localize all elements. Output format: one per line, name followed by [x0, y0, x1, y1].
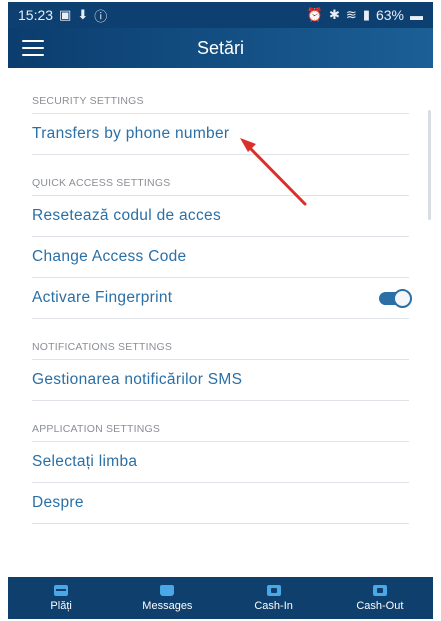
page-title: Setări — [196, 38, 245, 58]
download-icon: ⬇ — [77, 7, 89, 22]
setting-label: Activare Fingerprint — [32, 289, 173, 306]
nav-label: Cash-In — [254, 599, 293, 612]
nav-item-messages[interactable]: Messages — [117, 584, 217, 612]
signal-icon: ▮ — [362, 7, 370, 22]
bluetooth-icon: ✱ — [329, 7, 340, 22]
gallery-icon: ▣ — [59, 7, 72, 22]
setting-label: Transfers by phone number — [32, 125, 230, 142]
alert-icon: ⓘ — [94, 8, 108, 24]
setting-fingerprint[interactable]: Activare Fingerprint — [32, 278, 412, 319]
section-header-security: SECURITY SETTINGS — [32, 95, 409, 114]
envelope-icon — [160, 584, 175, 596]
phone-screen: 15:23 ▣ ⬇ ⓘ ⏰ ✱ ≋ ▮ 63% ▬ Setări SECURIT… — [8, 2, 433, 619]
setting-change-access-code[interactable]: Change Access Code — [32, 237, 409, 278]
setting-reset-access-code[interactable]: Resetează codul de acces — [32, 196, 409, 237]
fingerprint-toggle[interactable] — [379, 288, 412, 308]
cash-in-icon — [266, 584, 281, 596]
setting-label: Gestionarea notificărilor SMS — [32, 371, 243, 388]
scrollbar[interactable] — [428, 110, 431, 220]
setting-transfers-by-phone[interactable]: Transfers by phone number — [32, 114, 409, 155]
alarm-icon: ⏰ — [306, 7, 323, 22]
setting-label: Resetează codul de acces — [32, 207, 222, 224]
setting-about[interactable]: Despre — [32, 483, 409, 524]
setting-sms-notifications[interactable]: Gestionarea notificărilor SMS — [32, 360, 409, 401]
wifi-icon: ≋ — [345, 7, 357, 22]
section-header-application: APPLICATION SETTINGS — [32, 423, 409, 442]
section-header-quick-access: QUICK ACCESS SETTINGS — [32, 177, 409, 196]
setting-select-language[interactable]: Selectați limba — [32, 442, 409, 483]
status-right: ⏰ ✱ ≋ ▮ 63% ▬ — [307, 7, 423, 23]
setting-label: Change Access Code — [32, 248, 187, 265]
nav-item-cash-in[interactable]: Cash-In — [224, 584, 324, 612]
nav-label: Plăți — [50, 599, 72, 612]
nav-item-cash-out[interactable]: Cash-Out — [330, 584, 430, 612]
battery-icon: ▬ — [410, 7, 423, 23]
toggle-knob — [393, 288, 412, 308]
battery-percent: 63% — [375, 7, 404, 23]
cash-out-icon — [372, 584, 387, 596]
setting-label: Selectați limba — [32, 453, 138, 470]
status-time: 15:23 — [18, 7, 54, 23]
nav-item-payments[interactable]: Plăți — [11, 584, 111, 612]
status-left: 15:23 ▣ ⬇ ⓘ — [18, 6, 107, 25]
setting-label: Despre — [32, 494, 84, 511]
nav-label: Cash-Out — [356, 599, 404, 612]
wallet-icon — [54, 584, 69, 596]
nav-label: Messages — [142, 599, 193, 612]
app-bar: Setări — [8, 28, 433, 68]
settings-list: SECURITY SETTINGS Transfers by phone num… — [8, 68, 433, 577]
section-header-notifications: NOTIFICATIONS SETTINGS — [32, 341, 409, 360]
bottom-nav: Plăți Messages Cash-In Cash-Out — [8, 577, 433, 619]
status-bar: 15:23 ▣ ⬇ ⓘ ⏰ ✱ ≋ ▮ 63% ▬ — [8, 2, 433, 28]
